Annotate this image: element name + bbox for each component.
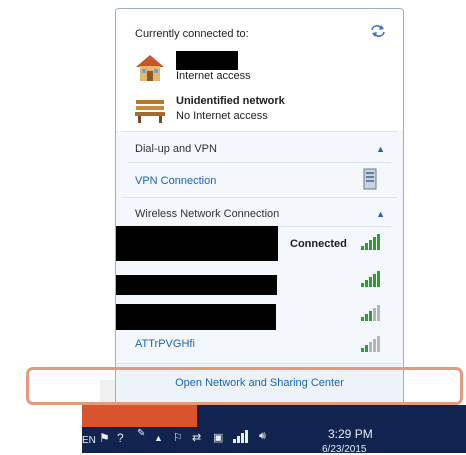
dialup-vpn-section: Dial-up and VPN ▲ VPN Connection bbox=[116, 132, 403, 197]
volume-icon[interactable]: 🔊︎ bbox=[259, 430, 266, 443]
clock-date[interactable]: 6/23/2015 bbox=[322, 444, 367, 455]
connection-status: Connected bbox=[290, 238, 347, 250]
redacted-ssid[interactable] bbox=[116, 304, 276, 330]
collapse-chevron-icon[interactable]: ▲ bbox=[376, 209, 385, 219]
bench-network-icon bbox=[133, 94, 167, 124]
network-status: Internet access bbox=[176, 70, 251, 82]
section-title: Wireless Network Connection bbox=[135, 208, 280, 220]
language-indicator[interactable]: EN bbox=[82, 435, 96, 446]
network-signal-icon[interactable] bbox=[233, 429, 251, 446]
vpn-icon bbox=[363, 168, 377, 190]
section-title: Dial-up and VPN bbox=[135, 143, 217, 155]
sync-icon[interactable]: ⇄ bbox=[192, 431, 201, 444]
wireless-section: Wireless Network Connection ▲ Connected … bbox=[116, 198, 403, 363]
signal-strength-icon bbox=[361, 234, 383, 250]
signal-strength-icon bbox=[361, 271, 383, 287]
redacted-network-name bbox=[176, 51, 238, 70]
pen-icon[interactable]: ✎ bbox=[137, 428, 145, 439]
clock-time[interactable]: 3:29 PM bbox=[328, 427, 373, 441]
network-name: Unidentified network bbox=[176, 95, 285, 107]
action-center-icon[interactable]: ⚐ bbox=[173, 431, 183, 444]
taskbar-app-button[interactable] bbox=[82, 403, 197, 427]
current-connections-panel: Currently connected to: Internet access bbox=[116, 9, 403, 131]
refresh-icon[interactable] bbox=[369, 24, 387, 38]
network-status: No Internet access bbox=[176, 110, 268, 122]
vpn-connection-link[interactable]: VPN Connection bbox=[135, 175, 216, 187]
signal-strength-icon bbox=[361, 336, 383, 352]
signal-strength-icon bbox=[361, 305, 383, 321]
show-hidden-icons-chevron-icon[interactable]: ▲ bbox=[154, 433, 163, 443]
redacted-ssid[interactable] bbox=[116, 275, 277, 295]
flag-icon[interactable]: ⚑ bbox=[99, 431, 110, 445]
network-flyout: Currently connected to: Internet access bbox=[115, 8, 404, 405]
highlight-annotation bbox=[26, 367, 463, 405]
help-icon[interactable]: ? bbox=[117, 431, 124, 445]
wifi-network-link[interactable]: ATTrPVGHfi bbox=[135, 338, 195, 350]
device-icon[interactable]: ▣ bbox=[213, 431, 223, 444]
collapse-chevron-icon[interactable]: ▲ bbox=[376, 144, 385, 154]
divider bbox=[128, 162, 391, 163]
currently-connected-label: Currently connected to: bbox=[135, 28, 249, 40]
redacted-ssid bbox=[116, 226, 278, 261]
home-network-icon bbox=[133, 52, 167, 84]
